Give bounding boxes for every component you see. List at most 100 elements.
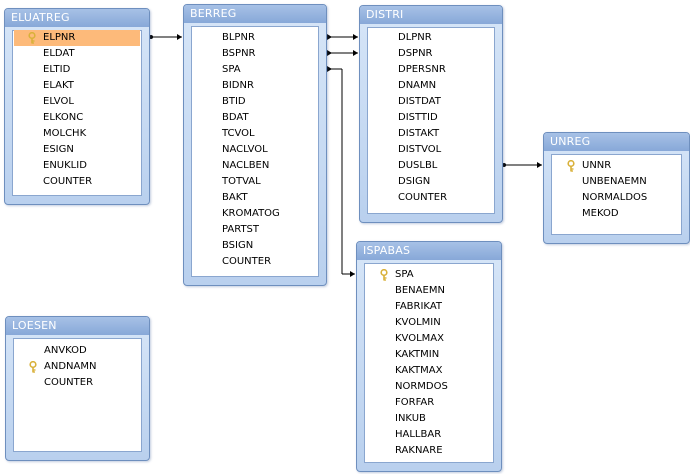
- field-name: ELTID: [43, 64, 71, 75]
- field-row[interactable]: DPERSNR: [369, 62, 493, 78]
- field-row[interactable]: UNNR: [553, 158, 680, 174]
- field-row[interactable]: BLPNR: [193, 30, 317, 46]
- field-name: BSPNR: [222, 48, 256, 59]
- field-row[interactable]: ANDNAMN: [15, 359, 140, 375]
- field-row[interactable]: BSPNR: [193, 46, 317, 62]
- field-row[interactable]: ESIGN: [14, 142, 140, 158]
- field-row[interactable]: INKUB: [366, 411, 492, 427]
- table-loesen[interactable]: LOESEN ANVKOD ANDNAMN COUNTER: [5, 316, 150, 461]
- field-row[interactable]: NORMALDOS: [553, 190, 680, 206]
- field-name: ELAKT: [43, 80, 74, 91]
- field-row[interactable]: COUNTER: [193, 254, 317, 270]
- table-title[interactable]: ISPABAS: [357, 242, 501, 260]
- field-name: FORFAR: [395, 397, 435, 408]
- field-row[interactable]: BDAT: [193, 110, 317, 126]
- field-name: ELPNR: [43, 32, 76, 43]
- field-row[interactable]: DISTVOL: [369, 142, 493, 158]
- field-row[interactable]: DSPNR: [369, 46, 493, 62]
- field-list: ANVKOD ANDNAMN COUNTER: [13, 338, 142, 452]
- field-list: BLPNR BSPNR SPA BIDNR BTID BDAT TCVOL NACLVOL NA…: [191, 26, 319, 277]
- field-name: ESIGN: [43, 144, 74, 155]
- field-row[interactable]: TCVOL: [193, 126, 317, 142]
- field-name: DISTAKT: [398, 128, 440, 139]
- table-title[interactable]: LOESEN: [6, 317, 149, 335]
- field-row[interactable]: DLPNR: [369, 30, 493, 46]
- table-ispabas[interactable]: ISPABAS SPA BENAEMN FABRIKAT KVOLMIN KVOLMAX K…: [356, 241, 502, 472]
- diagram-canvas: ELUATREG ELPNR ELDAT ELTID ELAKT ELVOL ELKONC M…: [0, 0, 690, 474]
- field-row[interactable]: ELKONC: [14, 110, 140, 126]
- field-row[interactable]: BIDNR: [193, 78, 317, 94]
- field-name: DSIGN: [398, 176, 431, 187]
- field-name: DISTVOL: [398, 144, 442, 155]
- field-row[interactable]: ENUKLID: [14, 158, 140, 174]
- table-title[interactable]: ELUATREG: [5, 9, 149, 27]
- field-name: MEKOD: [582, 208, 619, 219]
- field-row[interactable]: TOTVAL: [193, 174, 317, 190]
- field-row[interactable]: BSIGN: [193, 238, 317, 254]
- field-row[interactable]: ANVKOD: [15, 343, 140, 359]
- table-title[interactable]: UNREG: [544, 133, 689, 151]
- field-name: INKUB: [395, 413, 426, 424]
- table-title[interactable]: BERREG: [184, 5, 326, 23]
- field-row[interactable]: UNBENAEMN: [553, 174, 680, 190]
- field-name: COUNTER: [43, 176, 93, 187]
- field-name: NACLVOL: [222, 144, 268, 155]
- field-row[interactable]: KROMATOG: [193, 206, 317, 222]
- primary-key-icon: [29, 361, 37, 373]
- field-row[interactable]: PARTST: [193, 222, 317, 238]
- field-name: MOLCHK: [43, 128, 87, 139]
- field-row[interactable]: NORMDOS: [366, 379, 492, 395]
- relationship-end-many: [177, 34, 182, 40]
- field-row[interactable]: ELVOL: [14, 94, 140, 110]
- field-row[interactable]: HALLBAR: [366, 427, 492, 443]
- field-row[interactable]: BAKT: [193, 190, 317, 206]
- field-row[interactable]: RAKNARE: [366, 443, 492, 459]
- relationship-end-many: [327, 66, 332, 72]
- field-row[interactable]: KAKTMAX: [366, 363, 492, 379]
- field-row[interactable]: NACLBEN: [193, 158, 317, 174]
- field-row[interactable]: KVOLMAX: [366, 331, 492, 347]
- field-row[interactable]: NACLVOL: [193, 142, 317, 158]
- field-row[interactable]: KAKTMIN: [366, 347, 492, 363]
- field-row[interactable]: MEKOD: [553, 206, 680, 222]
- field-name: NORMALDOS: [582, 192, 648, 203]
- table-eluatreg[interactable]: ELUATREG ELPNR ELDAT ELTID ELAKT ELVOL ELKONC M…: [4, 8, 150, 205]
- table-unreg[interactable]: UNREG UNNR UNBENAEMN NORMALDOS MEKOD: [543, 132, 690, 244]
- field-row[interactable]: DISTDAT: [369, 94, 493, 110]
- field-name: DPERSNR: [398, 64, 446, 75]
- table-title[interactable]: DISTRI: [360, 6, 502, 24]
- field-list: ELPNR ELDAT ELTID ELAKT ELVOL ELKONC MOLCHK ESI…: [12, 30, 142, 196]
- field-row[interactable]: DISTTID: [369, 110, 493, 126]
- field-row[interactable]: COUNTER: [14, 174, 140, 190]
- primary-key-icon: [567, 160, 575, 172]
- field-list: SPA BENAEMN FABRIKAT KVOLMIN KVOLMAX KAKTMIN K…: [364, 263, 494, 463]
- field-name: KVOLMIN: [395, 317, 441, 328]
- table-distri[interactable]: DISTRI DLPNR DSPNR DPERSNR DNAMN DISTDAT DISTT…: [359, 5, 503, 223]
- field-row[interactable]: ELAKT: [14, 78, 140, 94]
- field-name: BENAEMN: [395, 285, 445, 296]
- field-row[interactable]: DSIGN: [369, 174, 493, 190]
- field-row[interactable]: BTID: [193, 94, 317, 110]
- field-row[interactable]: DUSLBL: [369, 158, 493, 174]
- field-row[interactable]: COUNTER: [369, 190, 493, 206]
- field-row[interactable]: DNAMN: [369, 78, 493, 94]
- field-row[interactable]: BENAEMN: [366, 283, 492, 299]
- field-name: BLPNR: [222, 32, 255, 43]
- field-row[interactable]: KVOLMIN: [366, 315, 492, 331]
- field-name: ANDNAMN: [44, 361, 97, 372]
- field-row[interactable]: MOLCHK: [14, 126, 140, 142]
- field-name: NACLBEN: [222, 160, 270, 171]
- field-name: ELDAT: [43, 48, 75, 59]
- field-row[interactable]: DISTAKT: [369, 126, 493, 142]
- field-row[interactable]: ELPNR: [14, 30, 140, 46]
- field-row[interactable]: COUNTER: [15, 375, 140, 391]
- field-row[interactable]: ELTID: [14, 62, 140, 78]
- field-row[interactable]: ELDAT: [14, 46, 140, 62]
- field-row[interactable]: SPA: [193, 62, 317, 78]
- field-row[interactable]: SPA: [366, 267, 492, 283]
- field-row[interactable]: FORFAR: [366, 395, 492, 411]
- field-name: ELKONC: [43, 112, 84, 123]
- field-row[interactable]: FABRIKAT: [366, 299, 492, 315]
- table-berreg[interactable]: BERREG BLPNR BSPNR SPA BIDNR BTID BDAT TCVOL NAC…: [183, 4, 327, 286]
- field-name: HALLBAR: [395, 429, 442, 440]
